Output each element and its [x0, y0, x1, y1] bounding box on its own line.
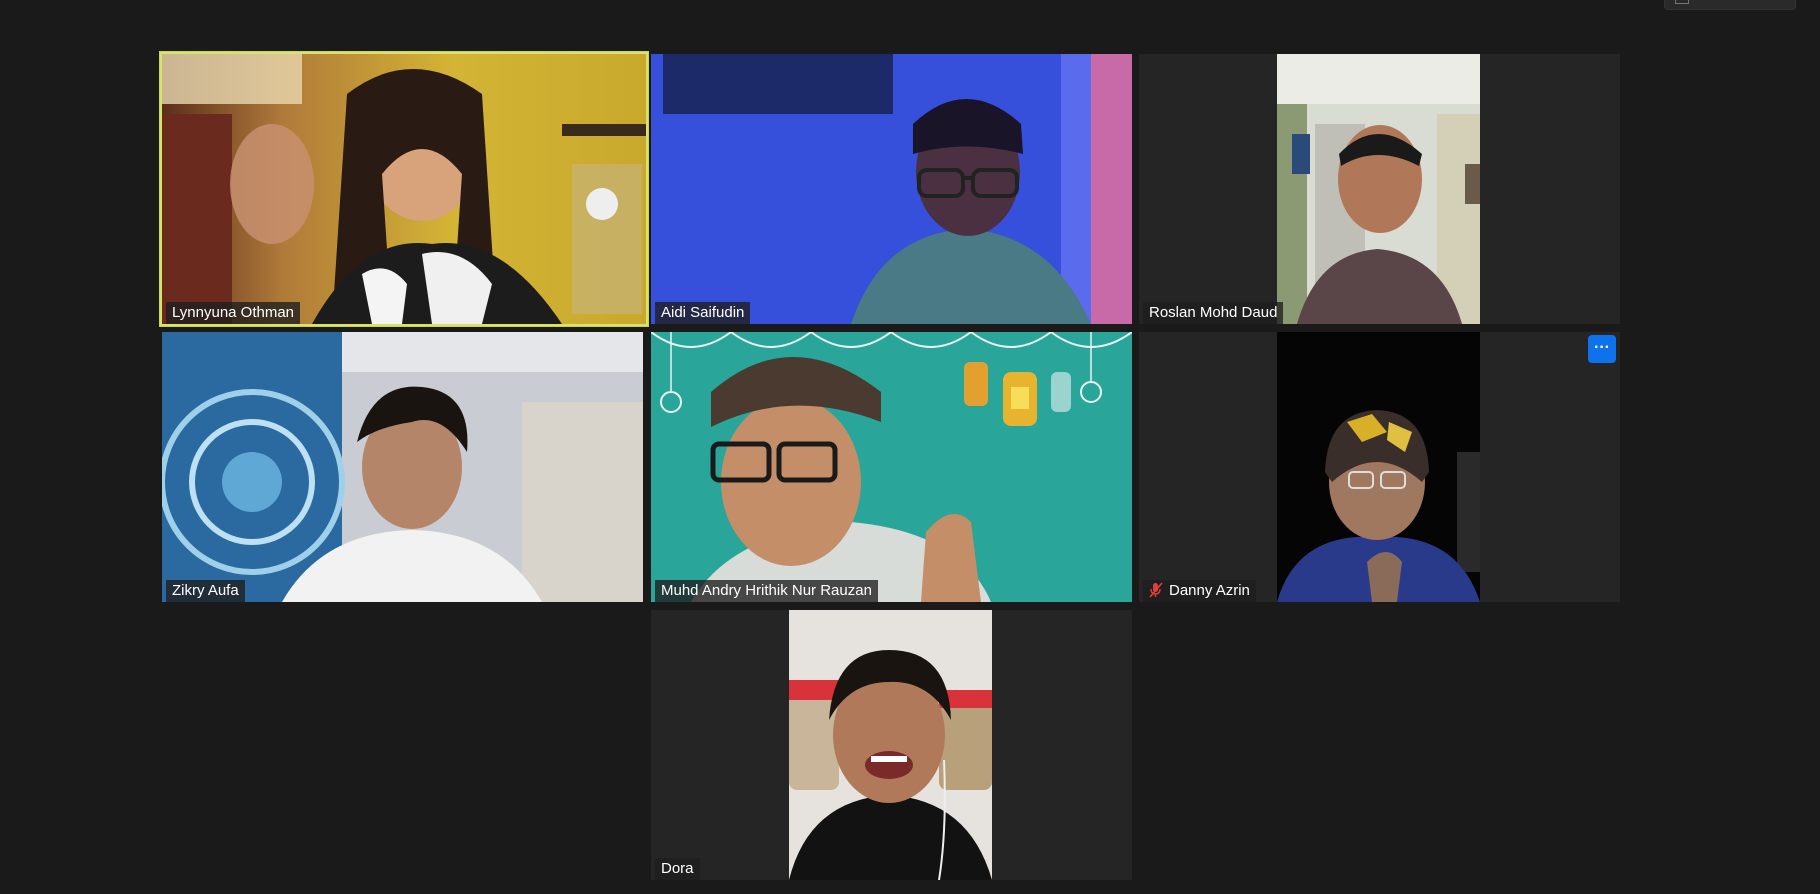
- video-tile-danny[interactable]: Danny Azrin ···: [1139, 332, 1620, 602]
- participant-video: [162, 54, 646, 324]
- participant-name-label: Dora: [655, 858, 700, 880]
- participant-name: Danny Azrin: [1169, 582, 1250, 599]
- participant-name: Aidi Saifudin: [661, 304, 745, 321]
- participant-name-label: Danny Azrin: [1143, 580, 1256, 602]
- gallery-view: Lynnyuna Othman Aidi Saifudin Roslan Moh…: [0, 0, 1820, 894]
- more-options-icon: ···: [1594, 339, 1610, 356]
- participant-name: Muhd Andry Hrithik Nur Rauzan: [661, 582, 872, 599]
- participant-name-label: Lynnyuna Othman: [166, 302, 301, 324]
- video-tile-zikry[interactable]: Zikry Aufa: [162, 332, 643, 602]
- video-tile-roslan[interactable]: Roslan Mohd Daud: [1139, 54, 1620, 324]
- participant-video: [1277, 332, 1480, 602]
- view-switch-button[interactable]: [1664, 0, 1796, 10]
- participant-video: [162, 332, 643, 602]
- microphone-muted-icon: [1149, 582, 1163, 598]
- participant-video: [1277, 54, 1480, 324]
- participant-video: [789, 610, 992, 880]
- participant-name: Dora: [661, 860, 694, 877]
- participant-name-label: Zikry Aufa: [166, 580, 245, 602]
- more-options-button[interactable]: ···: [1588, 335, 1616, 363]
- video-tile-aidi[interactable]: Aidi Saifudin: [651, 54, 1132, 324]
- participant-video: [651, 332, 1132, 602]
- video-tile-dora[interactable]: Dora: [651, 610, 1132, 880]
- participant-video: [651, 54, 1132, 324]
- participant-name-label: Muhd Andry Hrithik Nur Rauzan: [655, 580, 878, 602]
- video-tile-lynnyuna[interactable]: Lynnyuna Othman: [160, 52, 648, 326]
- view-grid-icon: [1675, 0, 1689, 4]
- participant-name: Zikry Aufa: [172, 582, 239, 599]
- participant-name: Lynnyuna Othman: [172, 304, 295, 321]
- participant-name-label: Aidi Saifudin: [655, 302, 751, 324]
- participant-name: Roslan Mohd Daud: [1149, 304, 1278, 321]
- video-tile-andry[interactable]: Muhd Andry Hrithik Nur Rauzan: [651, 332, 1132, 602]
- participant-name-label: Roslan Mohd Daud: [1143, 302, 1284, 324]
